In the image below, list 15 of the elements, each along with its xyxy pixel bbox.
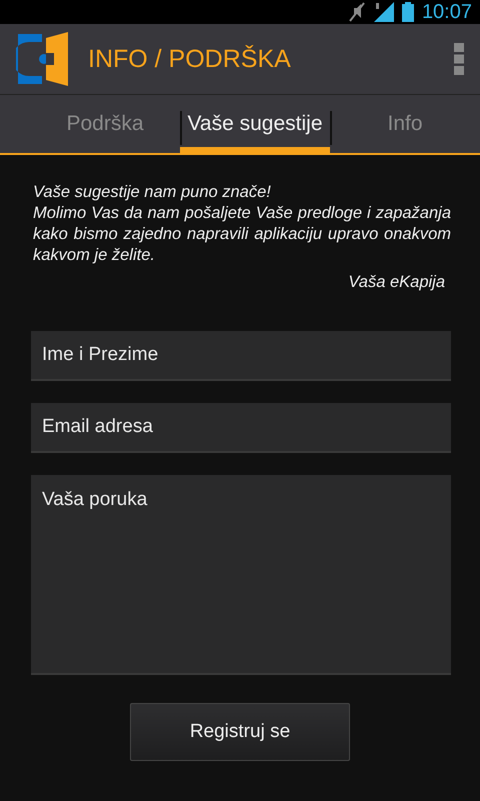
clock: 10:07 (422, 0, 472, 24)
register-button[interactable]: Registruj se (130, 703, 350, 761)
signature: Vaša eKapija (347, 272, 445, 293)
intro-heading: Vaše sugestije nam puno znače! (33, 182, 272, 203)
overflow-menu-icon[interactable] (454, 43, 464, 75)
input-field[interactable]: Email adresa (31, 403, 451, 453)
tab[interactable]: Vaše sugestije (180, 95, 330, 153)
mute-icon (348, 2, 366, 22)
input-field[interactable]: Ime i Prezime (31, 331, 451, 381)
battery-icon (402, 2, 414, 22)
message-field[interactable]: Vaša poruka (31, 475, 451, 675)
intro-paragraph: Molimo Vas da nam pošaljete Vaše predloge i zapažanja kako bismo zajedno napravili aplikaciju upravo onakvom kakvom je želite. (33, 203, 451, 266)
signal-icon (374, 2, 394, 22)
app-title: INFO / PODRŠKA (88, 44, 292, 74)
app-logo-icon (16, 32, 70, 86)
